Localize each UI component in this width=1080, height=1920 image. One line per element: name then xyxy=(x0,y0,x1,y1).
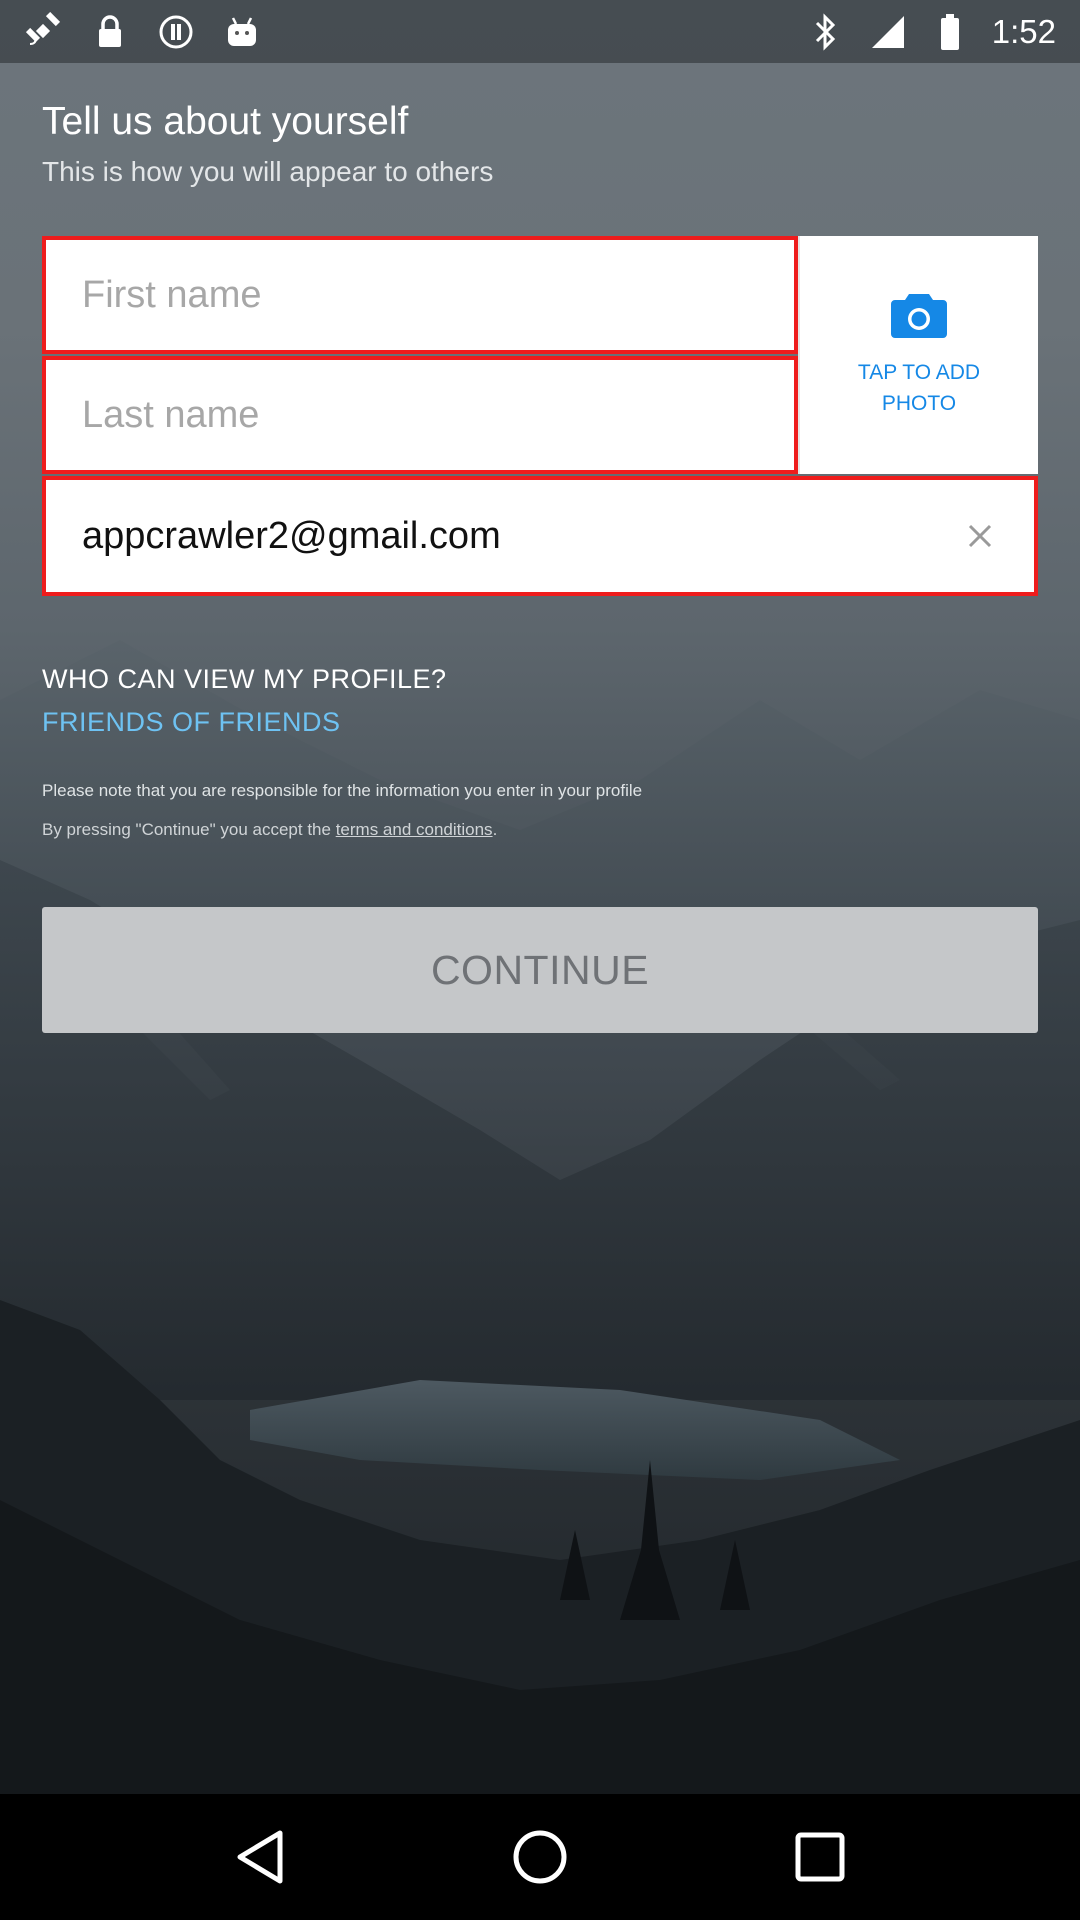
terms-suffix: . xyxy=(492,820,498,839)
email-input[interactable] xyxy=(82,514,924,558)
info-circle-icon xyxy=(156,12,196,52)
email-field-container xyxy=(42,476,1038,596)
profile-visibility-label: WHO CAN VIEW MY PROFILE? xyxy=(42,664,447,694)
battery-icon xyxy=(930,12,970,52)
camera-icon xyxy=(891,292,947,343)
first-name-field-container xyxy=(42,236,798,354)
terms-prefix: By pressing "Continue" you accept the xyxy=(42,820,336,839)
lock-icon xyxy=(90,12,130,52)
navigation-bar xyxy=(0,1794,1080,1920)
add-photo-label: TAP TO ADD PHOTO xyxy=(857,360,981,415)
home-icon xyxy=(513,1830,567,1884)
last-name-field-container xyxy=(42,356,798,474)
status-bar: 1:52 xyxy=(0,0,1080,63)
bluetooth-icon xyxy=(806,12,846,52)
clear-email-button[interactable] xyxy=(960,516,1000,556)
first-name-input[interactable] xyxy=(82,273,794,317)
close-icon xyxy=(968,524,992,548)
last-name-input[interactable] xyxy=(82,393,794,437)
recents-icon xyxy=(795,1832,845,1882)
terms-link[interactable]: terms and conditions xyxy=(336,820,493,839)
back-icon xyxy=(237,1830,283,1884)
android-icon xyxy=(222,12,262,52)
signal-icon xyxy=(868,12,908,52)
continue-button[interactable]: CONTINUE xyxy=(42,907,1038,1033)
add-photo-button[interactable]: TAP TO ADD PHOTO xyxy=(798,236,1038,474)
back-button[interactable] xyxy=(215,1812,305,1902)
status-time: 1:52 xyxy=(991,12,1056,50)
page-title: Tell us about yourself xyxy=(42,100,409,143)
profile-visibility-selector[interactable]: FRIENDS OF FRIENDS xyxy=(42,707,341,738)
terms-notice: By pressing "Continue" you accept the te… xyxy=(42,820,497,840)
home-button[interactable] xyxy=(495,1812,585,1902)
profile-form: TAP TO ADD PHOTO xyxy=(42,236,1038,596)
satellite-icon xyxy=(24,11,64,52)
page-subtitle: This is how you will appear to others xyxy=(42,156,494,187)
responsibility-note: Please note that you are responsible for… xyxy=(42,781,643,800)
recents-button[interactable] xyxy=(775,1812,865,1902)
